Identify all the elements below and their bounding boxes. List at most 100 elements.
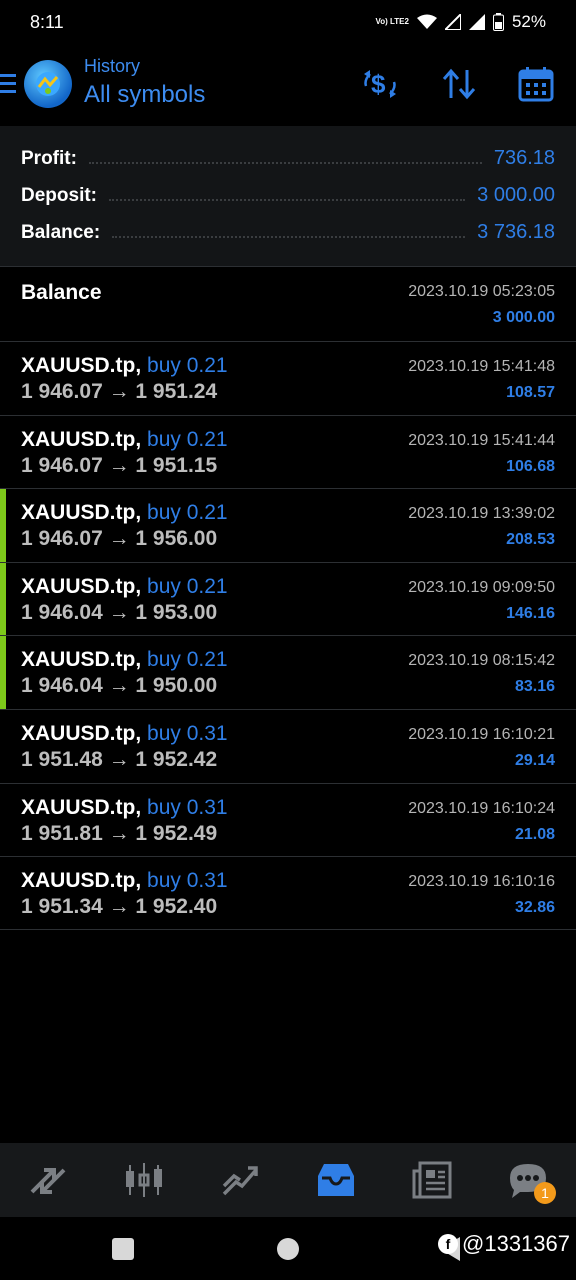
sort-icon[interactable] bbox=[439, 64, 479, 104]
trade-row[interactable]: XAUUSD.tp, buy 0.21 1 946.07 → 1 951.24 20… bbox=[0, 341, 576, 415]
network-label: Vo) LTE2 bbox=[375, 17, 409, 26]
trade-title: XAUUSD.tp, buy 0.21 bbox=[21, 428, 228, 452]
header-subtitle: History bbox=[84, 56, 141, 76]
battery-icon bbox=[492, 13, 504, 31]
trade-prices: 1 946.07 → 1 951.24 bbox=[21, 380, 218, 403]
trade-prices: 1 946.07 → 1 951.15 bbox=[21, 453, 218, 477]
trade-side: buy 0.21 bbox=[147, 574, 228, 598]
deposit-label: Deposit: bbox=[21, 184, 97, 206]
trade-profit: 32.86 bbox=[514, 899, 555, 917]
dotted-leader bbox=[109, 198, 466, 201]
trade-row[interactable]: XAUUSD.tp, buy 0.21 1 946.07 → 1 951.15 20… bbox=[0, 414, 576, 489]
account-summary: Profit: 736.18 Deposit: 3 000.00 Balance… bbox=[0, 126, 576, 266]
trade-prices: 1 951.48 → 1 952.42 bbox=[21, 747, 218, 771]
trade-side: buy 0.31 bbox=[147, 795, 228, 819]
trade-profit: 29.14 bbox=[514, 751, 555, 769]
balance-value: 3 736.18 bbox=[477, 221, 555, 243]
trade-profit: 21.08 bbox=[514, 825, 555, 843]
watermark-logo-icon: f bbox=[438, 1234, 459, 1254]
deposit-value: 3 000.00 bbox=[477, 184, 555, 206]
profit-indicator-bar bbox=[0, 489, 6, 562]
trade-row[interactable]: XAUUSD.tp, buy 0.31 1 951.34 → 1 952.40 20… bbox=[0, 856, 576, 930]
trade-side: buy 0.21 bbox=[147, 354, 228, 377]
trade-datetime: 2023.10.19 09:09:50 bbox=[408, 578, 555, 596]
trade-prices: 1 951.81 → 1 952.49 bbox=[21, 821, 218, 845]
trade-title: XAUUSD.tp, buy 0.21 bbox=[21, 501, 228, 525]
trade-datetime: 2023.10.19 15:41:48 bbox=[408, 358, 555, 375]
quotes-icon[interactable] bbox=[26, 1158, 70, 1202]
trade-datetime: 2023.10.19 16:10:24 bbox=[408, 799, 555, 817]
trade-side: buy 0.21 bbox=[147, 501, 228, 525]
profit-value: 736.18 bbox=[493, 147, 555, 169]
trade-symbol: XAUUSD.tp, bbox=[21, 501, 142, 525]
svg-text:$: $ bbox=[371, 69, 386, 99]
trade-row[interactable]: XAUUSD.tp, buy 0.21 1 946.04 → 1 953.00 20… bbox=[0, 561, 576, 636]
trade-prices: 1 946.04 → 1 950.00 bbox=[21, 674, 218, 698]
calendar-icon[interactable] bbox=[516, 64, 556, 104]
trade-profit: 106.68 bbox=[506, 457, 555, 475]
signal-icon bbox=[444, 14, 461, 30]
status-bar: 8:11 Vo) LTE2 52% bbox=[0, 0, 576, 44]
trade-symbol: XAUUSD.tp, bbox=[21, 354, 142, 377]
signal-icon-2 bbox=[468, 14, 485, 30]
operation-amount: 3 000.00 bbox=[492, 309, 555, 326]
chart-icon[interactable] bbox=[122, 1158, 166, 1202]
trade-symbol: XAUUSD.tp, bbox=[21, 721, 142, 745]
trade-profit: 208.53 bbox=[506, 531, 555, 549]
trade-title: XAUUSD.tp, buy 0.21 bbox=[21, 648, 228, 672]
trade-profit: 108.57 bbox=[506, 384, 555, 401]
trade-side: buy 0.21 bbox=[147, 427, 228, 451]
trade-datetime: 2023.10.19 16:10:21 bbox=[408, 725, 555, 743]
app-logo[interactable] bbox=[24, 60, 72, 108]
news-icon[interactable] bbox=[410, 1158, 454, 1202]
operation-datetime: 2023.10.19 05:23:05 bbox=[408, 283, 555, 300]
trade-datetime: 2023.10.19 13:39:02 bbox=[408, 505, 555, 523]
volte-icon: Vo) LTE2 bbox=[375, 18, 408, 26]
trade-row[interactable]: XAUUSD.tp, buy 0.31 1 951.81 → 1 952.49 20… bbox=[0, 782, 576, 857]
trade-icon[interactable] bbox=[218, 1158, 262, 1202]
trade-symbol: XAUUSD.tp, bbox=[21, 427, 142, 451]
chat-icon[interactable]: 1 bbox=[506, 1158, 556, 1204]
status-time: 8:11 bbox=[30, 11, 64, 32]
deposit-row: Deposit: 3 000.00 bbox=[0, 177, 576, 214]
profit-label: Profit: bbox=[21, 147, 77, 169]
history-list: Balance 2023.10.19 05:23:05 3 000.00 XAU… bbox=[0, 266, 576, 930]
trade-title: XAUUSD.tp, buy 0.31 bbox=[21, 722, 228, 746]
trade-row[interactable]: XAUUSD.tp, buy 0.21 1 946.04 → 1 950.00 20… bbox=[0, 635, 576, 709]
battery-percent: 52% bbox=[511, 12, 546, 31]
home-button[interactable] bbox=[277, 1238, 299, 1260]
trade-title: XAUUSD.tp, buy 0.31 bbox=[21, 869, 228, 893]
history-icon[interactable] bbox=[314, 1158, 358, 1202]
bottom-nav: 1 bbox=[0, 1143, 576, 1217]
balance-row: Balance: 3 736.18 bbox=[0, 214, 576, 251]
watermark-text: @1331367 bbox=[462, 1231, 570, 1256]
balance-operation-row[interactable]: Balance 2023.10.19 05:23:05 3 000.00 bbox=[0, 266, 576, 341]
trade-title: XAUUSD.tp, buy 0.31 bbox=[21, 796, 228, 820]
trade-row[interactable]: XAUUSD.tp, buy 0.21 1 946.07 → 1 956.00 20… bbox=[0, 488, 576, 562]
trade-symbol: XAUUSD.tp, bbox=[21, 648, 142, 672]
menu-icon[interactable] bbox=[0, 74, 16, 96]
trade-datetime: 2023.10.19 15:41:44 bbox=[408, 431, 555, 449]
trade-symbol: XAUUSD.tp, bbox=[21, 869, 142, 893]
trade-side: buy 0.31 bbox=[147, 721, 228, 745]
header-title[interactable]: All symbols bbox=[84, 81, 205, 109]
operation-label: Balance bbox=[21, 281, 102, 304]
trade-side: buy 0.31 bbox=[147, 869, 228, 893]
wifi-icon bbox=[416, 14, 437, 30]
trade-prices: 1 946.07 → 1 956.00 bbox=[21, 527, 218, 551]
trade-datetime: 2023.10.19 08:15:42 bbox=[408, 652, 555, 670]
trade-side: buy 0.21 bbox=[147, 648, 228, 672]
dotted-leader bbox=[88, 161, 482, 164]
app-header: History All symbols $ bbox=[0, 44, 576, 126]
system-nav-bar: f @1331367 bbox=[0, 1217, 576, 1280]
profit-indicator-bar bbox=[0, 636, 6, 709]
trade-profit: 83.16 bbox=[514, 678, 555, 696]
trade-title: XAUUSD.tp, buy 0.21 bbox=[21, 354, 228, 378]
trade-row[interactable]: XAUUSD.tp, buy 0.31 1 951.48 → 1 952.42 20… bbox=[0, 708, 576, 783]
profit-row: Profit: 736.18 bbox=[0, 140, 576, 177]
currency-exchange-icon[interactable]: $ bbox=[360, 64, 400, 104]
trade-prices: 1 951.34 → 1 952.40 bbox=[21, 895, 218, 919]
profit-indicator-bar bbox=[0, 562, 6, 636]
trade-profit: 146.16 bbox=[506, 604, 555, 622]
recents-button[interactable] bbox=[112, 1238, 134, 1260]
